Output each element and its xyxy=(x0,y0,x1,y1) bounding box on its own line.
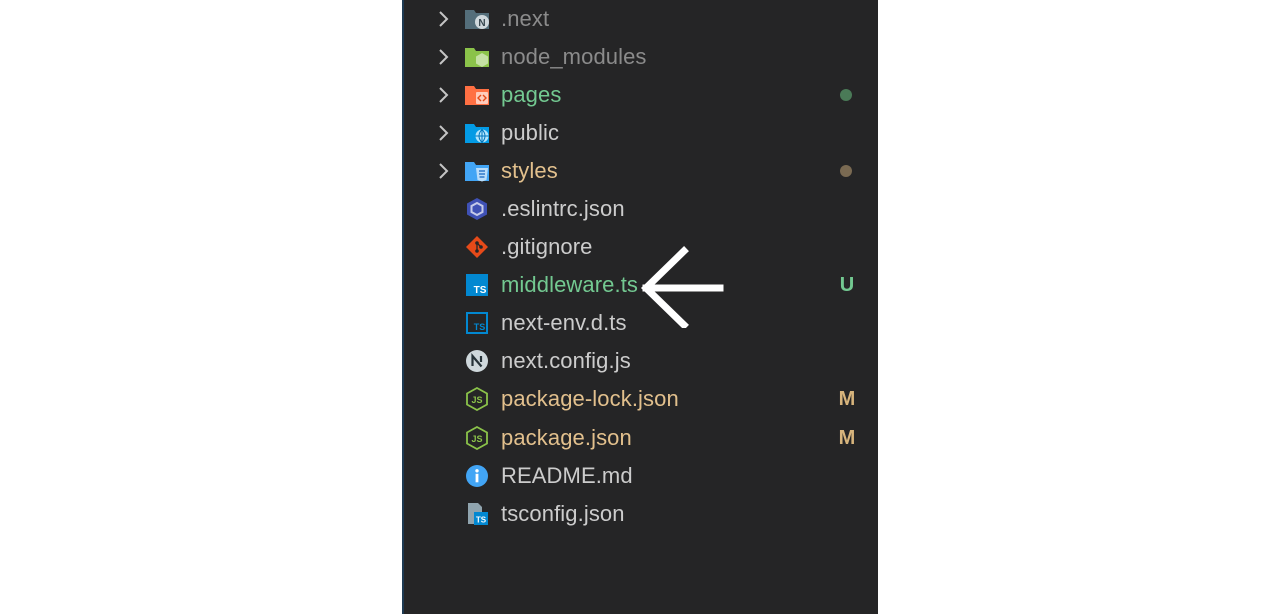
next-folder-icon: N xyxy=(465,10,489,29)
file-label: next-env.d.ts xyxy=(501,310,627,335)
svg-text:JS: JS xyxy=(471,395,482,405)
folder-label: pages xyxy=(501,82,562,107)
folder-label: styles xyxy=(501,158,558,183)
chevron-right-icon[interactable] xyxy=(435,85,453,105)
file-item-readme[interactable]: README.md xyxy=(404,457,878,495)
svg-text:TS: TS xyxy=(474,285,487,296)
folder-label: public xyxy=(501,120,560,145)
folder-item-styles[interactable]: styles xyxy=(404,152,878,190)
file-label: README.md xyxy=(501,463,633,488)
file-item-next-config[interactable]: next.config.js xyxy=(404,342,878,380)
folder-item-pages[interactable]: pages xyxy=(404,76,878,114)
chevron-right-icon[interactable] xyxy=(435,123,453,143)
svg-text:JS: JS xyxy=(471,434,482,444)
git-icon xyxy=(466,236,488,258)
file-label: next.config.js xyxy=(501,348,631,373)
folder-item-public[interactable]: public xyxy=(404,114,878,152)
file-item-package[interactable]: JS package.json M xyxy=(404,419,878,457)
file-label: middleware.ts xyxy=(501,272,639,297)
folder-label: .next xyxy=(501,6,550,31)
typescript-icon: TS xyxy=(466,274,488,296)
git-status-dot xyxy=(840,165,852,177)
info-icon xyxy=(466,465,488,487)
styles-folder-icon xyxy=(465,162,489,182)
folder-label: node_modules xyxy=(501,44,647,69)
file-item-eslintrc[interactable]: .eslintrc.json xyxy=(404,190,878,228)
file-label: package.json xyxy=(501,425,632,450)
nextjs-icon xyxy=(466,350,488,372)
file-label: .eslintrc.json xyxy=(501,196,625,221)
svg-text:TS: TS xyxy=(476,516,487,525)
eslint-icon xyxy=(467,198,487,220)
typescript-def-icon: TS xyxy=(466,312,488,334)
left-arrow-icon xyxy=(640,246,724,328)
file-label: package-lock.json xyxy=(501,386,679,411)
tsconfig-icon: TS xyxy=(468,503,488,525)
svg-text:N: N xyxy=(478,18,485,29)
chevron-right-icon[interactable] xyxy=(435,161,453,181)
pages-folder-icon xyxy=(465,86,489,105)
public-folder-icon xyxy=(465,124,489,143)
file-item-tsconfig[interactable]: TS tsconfig.json xyxy=(404,495,878,533)
chevron-right-icon[interactable] xyxy=(435,47,453,67)
folder-item-node-modules[interactable]: node_modules xyxy=(404,38,878,76)
nodejs-icon: JS xyxy=(466,426,488,450)
node-modules-folder-icon xyxy=(465,48,489,67)
file-label: tsconfig.json xyxy=(501,501,625,526)
nodejs-icon: JS xyxy=(466,387,488,411)
svg-text:TS: TS xyxy=(474,322,486,332)
git-status-dot xyxy=(840,89,852,101)
chevron-right-icon[interactable] xyxy=(435,9,453,29)
file-label: .gitignore xyxy=(501,234,593,259)
git-status-badge: U xyxy=(839,274,855,296)
file-item-package-lock[interactable]: JS package-lock.json M xyxy=(404,380,878,418)
folder-item-next[interactable]: N .next xyxy=(404,0,878,38)
git-status-badge: M xyxy=(838,388,856,410)
git-status-badge: M xyxy=(838,427,856,449)
